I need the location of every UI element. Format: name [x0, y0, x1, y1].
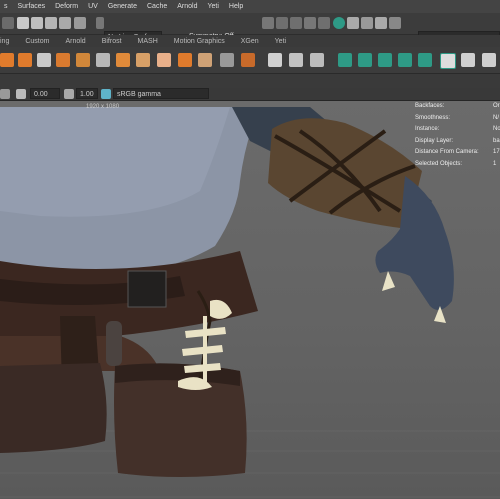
- hud-row-selected: Selected Objects: 1: [415, 160, 497, 167]
- tab-mash[interactable]: MASH: [138, 38, 158, 45]
- hud-row-backfaces: Backfaces: Or: [415, 103, 500, 109]
- shelf-item-16-icon[interactable]: [310, 53, 324, 67]
- shelf-item-1-icon[interactable]: [0, 53, 14, 67]
- heads-up-display: Backfaces: Or Smoothness: N/ Instance: No D…: [415, 101, 500, 170]
- claw-1: [382, 271, 395, 291]
- exposure-icon[interactable]: [16, 89, 26, 99]
- gamma-icon[interactable]: [64, 89, 74, 99]
- shelf-item-6-icon[interactable]: [96, 53, 110, 67]
- menu-item-cache[interactable]: Cache: [147, 3, 167, 10]
- shelf-tabs: ing Custom Arnold Bifrost MASH Motion Gr…: [0, 35, 500, 47]
- snap-point-icon[interactable]: [45, 17, 57, 29]
- render-seq-icon[interactable]: [276, 17, 288, 29]
- exposure-field[interactable]: 0.00: [30, 88, 60, 99]
- shelf-item-10-icon[interactable]: [178, 53, 192, 67]
- shelf: [0, 47, 500, 74]
- shelf-item-9-icon[interactable]: [157, 53, 171, 67]
- make-live-icon[interactable]: [74, 17, 86, 29]
- render-settings-icon[interactable]: [304, 17, 316, 29]
- hud-row-instance: Instance: No: [415, 126, 500, 132]
- ipr-icon[interactable]: [290, 17, 302, 29]
- snap-curve-icon[interactable]: [31, 17, 43, 29]
- shelf-item-12-icon[interactable]: [220, 53, 234, 67]
- hud-row-distance: Distance From Camera: 17: [415, 149, 500, 155]
- hud-row-smoothness: Smoothness: N/: [415, 114, 499, 121]
- viewport[interactable]: 1920 x 1080 Backfaces: Or Smoothness: N/ I…: [0, 101, 500, 499]
- shelf-item-3-icon[interactable]: [37, 53, 51, 67]
- shelf-item-18-icon[interactable]: [358, 53, 372, 67]
- tab-bifrost[interactable]: Bifrost: [102, 38, 122, 45]
- menu-item-deform[interactable]: Deform: [55, 3, 78, 10]
- tube: [106, 321, 122, 366]
- display-icon-a[interactable]: [347, 17, 359, 29]
- shelf-item-7-icon[interactable]: [116, 53, 130, 67]
- tab-yeti[interactable]: Yeti: [275, 38, 286, 45]
- shelf-item-2-icon[interactable]: [18, 53, 32, 67]
- shelf-item-23-icon[interactable]: [461, 53, 475, 67]
- panel-toolbar: [0, 74, 500, 88]
- menu-item-arnold[interactable]: Arnold: [177, 3, 197, 10]
- display-icon-d[interactable]: [389, 17, 401, 29]
- display-icon-b[interactable]: [361, 17, 373, 29]
- color-space-dropdown[interactable]: sRGB gamma: [113, 88, 209, 99]
- camera-icon[interactable]: [0, 89, 10, 99]
- belt-buckle: [127, 270, 167, 308]
- shelf-item-20-icon[interactable]: [398, 53, 412, 67]
- gamma-field[interactable]: 1.00: [76, 88, 98, 99]
- snap-view-icon[interactable]: [59, 17, 71, 29]
- shelf-item-15-icon[interactable]: [289, 53, 303, 67]
- hud-row-display-layer: Display Layer: ba: [415, 137, 500, 144]
- shelf-item-19-icon[interactable]: [378, 53, 392, 67]
- shelf-item-5-icon[interactable]: [76, 53, 90, 67]
- shelf-item-11-icon[interactable]: [198, 53, 212, 67]
- boot-left: [0, 363, 107, 453]
- shelf-item-14-icon[interactable]: [268, 53, 282, 67]
- status-line: No Live Surface Symmetry: Off: [0, 13, 500, 43]
- display-icon-c[interactable]: [375, 17, 387, 29]
- shelf-item-22-icon[interactable]: [440, 53, 456, 69]
- live-surface-icon: [96, 17, 104, 29]
- menu-bar: s Surfaces Deform UV Generate Cache Arno…: [0, 0, 500, 13]
- resolution-gate-label: 1920 x 1080: [86, 104, 120, 110]
- menu-item-surfaces[interactable]: Surfaces: [18, 3, 46, 10]
- menu-item-help[interactable]: Help: [229, 3, 243, 10]
- snap-grid-icon[interactable]: [17, 17, 29, 29]
- shelf-item-21-icon[interactable]: [418, 53, 432, 67]
- shelf-item-4-icon[interactable]: [56, 53, 70, 67]
- shelf-item-17-icon[interactable]: [338, 53, 352, 67]
- select-tool-icon[interactable]: [2, 17, 14, 29]
- tab-ing[interactable]: ing: [0, 38, 9, 45]
- shelf-item-24-icon[interactable]: [482, 53, 496, 67]
- render-frame-icon[interactable]: [262, 17, 274, 29]
- tab-xgen[interactable]: XGen: [241, 38, 259, 45]
- tab-arnold[interactable]: Arnold: [65, 38, 85, 45]
- menu-item-generate[interactable]: Generate: [108, 3, 137, 10]
- panel-toolbar-2: 0.00 1.00 sRGB gamma: [0, 88, 500, 101]
- shelf-item-8-icon[interactable]: [136, 53, 150, 67]
- tab-motion-graphics[interactable]: Motion Graphics: [174, 38, 225, 45]
- arnold-render-icon[interactable]: [333, 17, 345, 29]
- hypershade-icon[interactable]: [318, 17, 330, 29]
- tab-custom[interactable]: Custom: [25, 38, 49, 45]
- menu-item-yeti[interactable]: Yeti: [207, 3, 218, 10]
- color-management-icon[interactable]: [101, 89, 111, 99]
- shelf-item-13-icon[interactable]: [241, 53, 255, 67]
- menu-item-select[interactable]: s: [4, 3, 8, 10]
- menu-item-uv[interactable]: UV: [88, 3, 98, 10]
